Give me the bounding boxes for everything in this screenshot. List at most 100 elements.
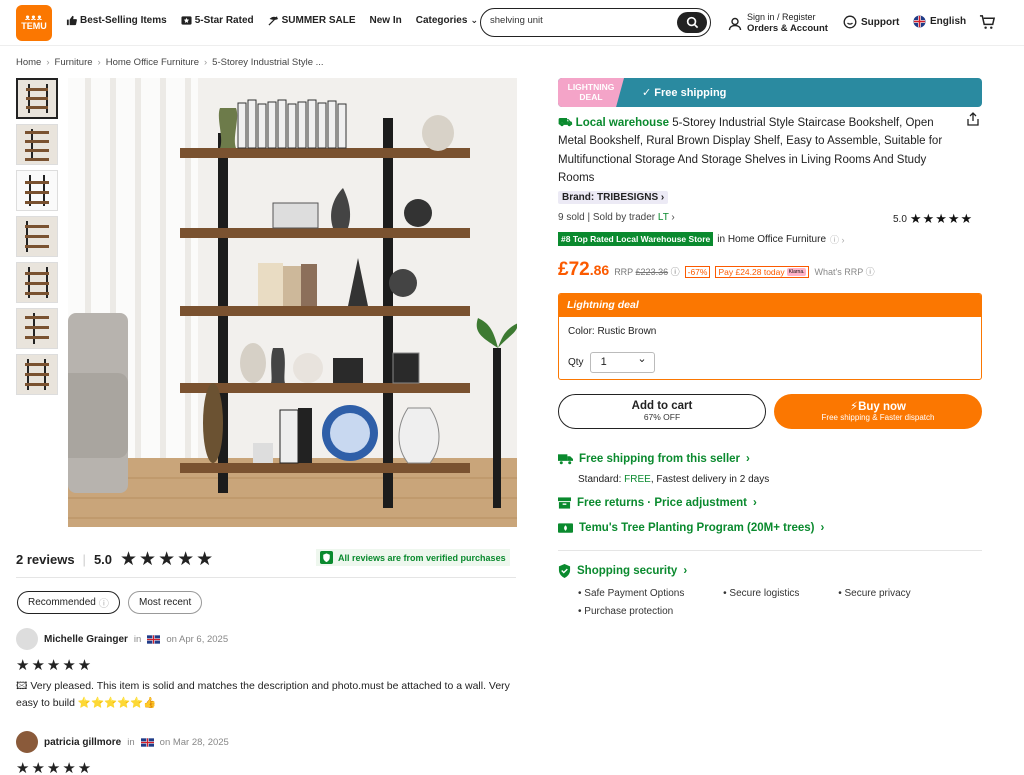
klarna-pay-badge[interactable]: Pay £24.28 today Klarna.	[715, 266, 810, 278]
price-currency: £	[558, 259, 569, 280]
buy-now-button[interactable]: ⚡Buy now Free shipping & Faster dispatch	[774, 394, 982, 429]
thumbnail-3[interactable]	[16, 170, 58, 211]
thumb-shelf	[25, 282, 49, 285]
support-link[interactable]: Support	[843, 15, 899, 29]
uk-flag-icon	[913, 15, 926, 28]
thumb-shelf	[25, 140, 49, 143]
header-separator: |	[82, 552, 86, 567]
add-to-cart-sub: 67% OFF	[643, 412, 681, 422]
security-item-label: Purchase protection	[584, 606, 674, 617]
thumbnail-1[interactable]	[16, 78, 58, 119]
quantity-select[interactable]: 1	[589, 352, 655, 373]
search-button[interactable]	[677, 12, 707, 33]
free-shipping-link[interactable]: Free shipping from this seller ›	[558, 453, 750, 465]
security-item-label: Secure privacy	[844, 588, 911, 599]
shipping-free-label: FREE	[624, 474, 651, 485]
sort-recommended[interactable]: Recommended ⓘ	[17, 591, 120, 614]
free-returns-link[interactable]: Free returns · Price adjustment ›	[558, 497, 757, 509]
shipping-title: Free shipping from this seller	[579, 453, 741, 465]
pay-today-label: Pay £24.28 today	[718, 267, 785, 277]
breadcrumb-sep: ›	[46, 57, 50, 68]
search-icon	[686, 16, 698, 29]
brand-link[interactable]: Brand: TRIBESIGNS ›	[558, 191, 669, 204]
rrp-label: RRP	[614, 267, 634, 277]
review-date: on Apr 6, 2025	[166, 633, 229, 645]
thumb-shelf	[25, 272, 49, 275]
shield-icon	[558, 564, 571, 578]
seller-link[interactable]: Sold by trader LT ›	[593, 212, 675, 223]
nav-label: SUMMER SALE	[281, 15, 356, 26]
review-date: on Mar 28, 2025	[159, 736, 229, 748]
chevron-right-icon: ›	[746, 453, 750, 465]
lightning-deal-header: Lightning deal	[559, 294, 981, 317]
whats-rrp-link[interactable]: What's RRP ⓘ	[814, 265, 874, 278]
deal-banner: LIGHTNING DEAL ✓ Free shipping	[558, 78, 982, 107]
review-item: Michelle Grainger in on Apr 6, 2025 ★★★★…	[16, 628, 521, 712]
brand-label: Brand: TRIBESIGNS	[562, 192, 659, 203]
support-label: Support	[861, 16, 900, 28]
thumb-shelf	[25, 363, 49, 366]
thumb-shelf	[25, 131, 49, 134]
thumbnail-5[interactable]	[16, 262, 58, 303]
truck-icon	[558, 454, 573, 465]
top-rated-badge[interactable]: #8 Top Rated Local Warehouse Store in Ho…	[558, 232, 845, 246]
thumb-shelf	[25, 292, 49, 295]
review-text-content: Very pleased. This item is solid and mat…	[16, 680, 510, 709]
truck-icon: ⛟	[558, 117, 576, 129]
sort-most-recent[interactable]: Most recent	[128, 591, 203, 614]
thumb-shelf	[25, 158, 49, 161]
cart-button[interactable]	[979, 14, 996, 34]
shopping-security-link[interactable]: Shopping security ›	[558, 564, 687, 578]
temu-logo[interactable]: ᴥᴥᴥ TEMU	[16, 5, 52, 41]
review-stars: ★★★★★	[16, 760, 94, 775]
reviewer-name: patricia gillmore	[44, 736, 122, 748]
uk-flag-icon	[147, 634, 161, 644]
tree-planting-link[interactable]: Temu's Tree Planting Program (20M+ trees…	[558, 522, 824, 534]
nav-five-star[interactable]: 5-Star Rated	[181, 15, 254, 26]
search-input[interactable]	[490, 15, 670, 26]
account-menu[interactable]: Sign in / Register Orders & Account	[728, 12, 828, 35]
thumb-shelf	[25, 316, 49, 319]
qty-value: 1	[600, 356, 607, 368]
breadcrumb-home-office[interactable]: Home Office Furniture	[106, 57, 199, 68]
share-button[interactable]	[966, 112, 980, 129]
color-label: Color: Rustic Brown	[568, 326, 657, 337]
sold-info: 9 sold | Sold by trader LT ›	[558, 212, 675, 223]
thumbnail-2[interactable]	[16, 124, 58, 165]
chevron-right-icon: ›	[660, 192, 665, 203]
price-whole: 72	[568, 259, 590, 280]
nav-label: New In	[369, 15, 402, 26]
thumbs-up-icon	[66, 15, 77, 26]
security-item: • Secure logistics	[723, 588, 800, 599]
thumb-shelf	[25, 191, 49, 194]
product-main-image[interactable]	[68, 78, 517, 527]
logo-text: TEMU	[21, 21, 47, 32]
thumbnail-6[interactable]	[16, 308, 58, 349]
security-item-label: Safe Payment Options	[584, 588, 685, 599]
security-item: • Safe Payment Options	[578, 588, 685, 599]
thumbnail-7[interactable]	[16, 354, 58, 395]
thumb-shelf	[26, 106, 48, 109]
language-selector[interactable]: English	[913, 15, 966, 28]
language-label: English	[930, 16, 967, 27]
breadcrumb-home[interactable]: Home	[16, 57, 41, 68]
add-to-cart-button[interactable]: Add to cart 67% OFF	[558, 394, 766, 429]
cart-icon	[979, 15, 996, 29]
thumbnail-4[interactable]	[16, 216, 58, 257]
tree-planting-label: Temu's Tree Planting Program (20M+ trees…	[579, 522, 815, 534]
chevron-down-icon: ⌄	[470, 15, 478, 25]
product-rating[interactable]: 5.0 ★★★★★	[893, 211, 973, 227]
shipping-detail: Standard: FREE, Fastest delivery in 2 da…	[578, 474, 769, 485]
breadcrumb-furniture[interactable]: Furniture	[55, 57, 93, 68]
nav-new-in[interactable]: New In	[370, 15, 402, 26]
nav-summer-sale[interactable]: SUMMER SALE	[268, 15, 356, 26]
security-item: • Secure privacy	[838, 588, 911, 599]
quantity-row: Qty 1	[568, 352, 655, 373]
free-shipping-label: ✓ Free shipping	[642, 86, 726, 99]
security-list: • Safe Payment Options • Secure logistic…	[578, 585, 958, 621]
nav-best-selling[interactable]: Best-Selling Items	[66, 15, 167, 26]
review-author-row: patricia gillmore in on Mar 28, 2025	[16, 731, 521, 753]
returns-label: Free returns · Price adjustment	[577, 497, 747, 509]
nav-categories[interactable]: Categories ⌄	[416, 15, 478, 26]
discount-badge: -67%	[684, 266, 711, 278]
